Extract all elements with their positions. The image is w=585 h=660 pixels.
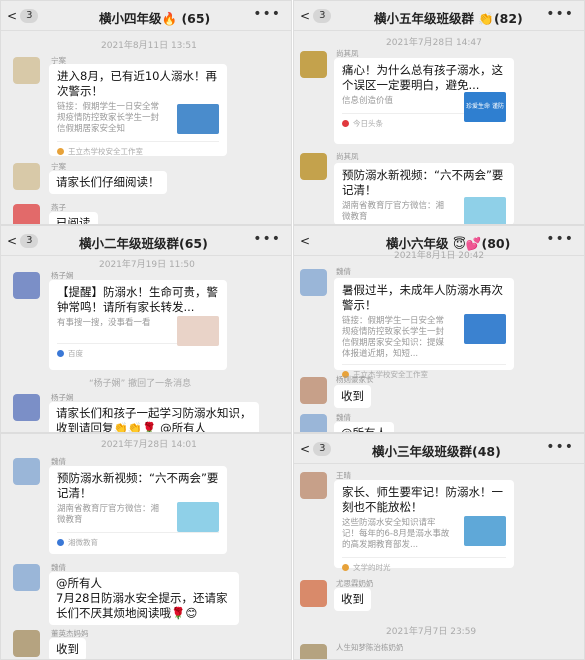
thumbnail-image — [464, 197, 506, 224]
thumbnail-image: 珍爱生命 谨防溺水 — [464, 92, 506, 122]
avatar[interactable] — [13, 272, 40, 299]
message-bubble[interactable]: 请家长们仔细阅读！ — [49, 171, 167, 194]
chat-panel-grade2: <3 横小二年级班级群(65) ••• 2021年7月19日 11:50 杨子娴… — [0, 225, 292, 433]
sender-name: 人生知梦陈治栋奶奶 — [336, 643, 404, 652]
back-button[interactable]: <3 — [7, 234, 39, 248]
avatar[interactable] — [300, 377, 327, 404]
link-card[interactable]: 痛心！为什么总有孩子溺水，这个误区一定要明白，避免... 信息创造价值 珍爱生命… — [334, 58, 514, 144]
link-card[interactable]: 预防溺水新视频：“六不两会”要记清！ 湖南省教育厅官方微信：湘微教育 湘微教育 — [49, 466, 227, 554]
link-card[interactable]: 【提醒】防溺水！生命可贵，警钟常鸣！请所有家长转发... 有事搜一搜，没事看一看… — [49, 280, 227, 370]
chat-header: <3 横小五年级班级群 👏(82) ••• — [294, 1, 584, 31]
more-icon[interactable]: ••• — [546, 231, 574, 247]
more-icon[interactable]: ••• — [546, 439, 574, 455]
thumbnail-image — [177, 104, 219, 134]
avatar[interactable] — [300, 51, 327, 78]
timestamp: 2021年7月28日 14:01 — [101, 440, 197, 450]
chevron-left-icon: < — [300, 9, 311, 23]
more-icon[interactable]: ••• — [253, 231, 281, 247]
back-button[interactable]: < — [300, 234, 325, 248]
chat-title: 横小二年级班级群(65) — [79, 236, 208, 251]
link-card[interactable]: 暑假过半，未成年人防溺水再次警示！ 链接：假期学生一日安全常规疫情防控致家长学生… — [334, 278, 514, 379]
back-button[interactable]: <3 — [300, 9, 332, 23]
link-card[interactable]: 预防溺水新视频：“六不两会”要记清！ 湖南省教育厅官方微信：湘微教育 — [334, 163, 514, 224]
message-bubble[interactable]: 请家长们和孩子一起学习防溺水知识，收到请回复👏👏🌹 @所有人 — [49, 402, 259, 432]
avatar[interactable] — [13, 630, 40, 657]
message-bubble[interactable]: 已阅读 — [49, 212, 98, 224]
back-button[interactable]: <3 — [300, 442, 332, 456]
chat-panel-grade4: <3 横小四年级🔥 (65) ••• 2021年8月11日 13:51 宁案 进… — [0, 0, 292, 225]
avatar[interactable] — [13, 458, 40, 485]
thumbnail-image — [464, 314, 506, 344]
avatar[interactable] — [13, 564, 40, 591]
message-bubble[interactable]: 收到 — [334, 588, 371, 611]
thumbnail-image — [177, 316, 219, 346]
timestamp: 2021年7月7日 23:59 — [386, 627, 477, 637]
avatar[interactable] — [300, 644, 327, 659]
chat-header: <3 横小三年级班级群(48) ••• — [294, 434, 584, 464]
avatar[interactable] — [300, 472, 327, 499]
thumbnail-image — [177, 502, 219, 532]
sender-name: 尚其凤 — [336, 152, 359, 161]
timestamp: 2021年8月1日 20:42 — [394, 251, 485, 261]
source-icon — [57, 350, 64, 357]
message-bubble[interactable]: 收到 — [334, 385, 371, 408]
chat-panel-grade2-cont: 2021年7月28日 14:01 魏倩 预防溺水新视频：“六不两会”要记清！ 湖… — [0, 433, 292, 660]
chat-title: 横小四年级🔥 (65) — [99, 11, 211, 26]
avatar[interactable] — [300, 269, 327, 296]
link-card[interactable]: 进入8月，已有近10人溺水！再次警示！ 链接：假期学生一日安全常规疫情防控致家长… — [49, 64, 227, 156]
message-bubble[interactable]: @所有人 7月28日防溺水安全提示，还请家长们不厌其烦地阅读哦🌹😊 — [49, 572, 239, 625]
chat-panel-grade6: < 横小六年级 😇💕(80) ••• 2021年8月1日 20:42 魏倩 暑假… — [293, 225, 585, 433]
chat-title: 横小三年级班级群(48) — [372, 444, 501, 459]
sender-name: 魏倩 — [336, 267, 351, 276]
chevron-left-icon: < — [7, 234, 18, 248]
chat-header: <3 横小四年级🔥 (65) ••• — [1, 1, 291, 31]
chevron-left-icon: < — [7, 9, 18, 23]
sender-name: 杨则豪家长 — [336, 375, 374, 384]
timestamp: 2021年7月28日 14:47 — [386, 38, 482, 48]
chat-header: <3 横小二年级班级群(65) ••• — [1, 226, 291, 256]
avatar[interactable] — [300, 414, 327, 432]
avatar[interactable] — [13, 394, 40, 421]
avatar[interactable] — [13, 57, 40, 84]
chat-panel-grade5: <3 横小五年级班级群 👏(82) ••• 2021年7月28日 14:47 尚… — [293, 0, 585, 225]
chat-panel-grade3: <3 横小三年级班级群(48) ••• 王晴 家长、师生要牢记！防溺水！一刻也不… — [293, 433, 585, 660]
source-icon — [57, 148, 64, 155]
timestamp: 2021年7月19日 11:50 — [99, 260, 195, 270]
link-card[interactable]: 家长、师生要牢记！防溺水！一刻也不能放松！ 这些防溺水安全知识请牢记！每年的6-… — [334, 480, 514, 572]
message-bubble[interactable]: @所有人 — [334, 422, 394, 432]
chevron-left-icon: < — [300, 234, 311, 248]
more-icon[interactable]: ••• — [253, 6, 281, 22]
avatar[interactable] — [13, 204, 40, 224]
avatar[interactable] — [300, 580, 327, 607]
avatar[interactable] — [13, 163, 40, 190]
thumbnail-image — [464, 516, 506, 546]
chevron-left-icon: < — [300, 442, 311, 456]
message-bubble[interactable]: 收到 — [49, 638, 86, 659]
source-icon — [342, 120, 349, 127]
recall-notice: “杨子娴” 撤回了一条消息 — [89, 379, 192, 389]
source-icon — [342, 564, 349, 571]
chat-title: 横小五年级班级群 👏(82) — [374, 11, 523, 26]
avatar[interactable] — [300, 153, 327, 180]
more-icon[interactable]: ••• — [546, 6, 574, 22]
timestamp: 2021年8月11日 13:51 — [101, 41, 197, 51]
back-button[interactable]: <3 — [7, 9, 39, 23]
source-icon — [57, 539, 64, 546]
